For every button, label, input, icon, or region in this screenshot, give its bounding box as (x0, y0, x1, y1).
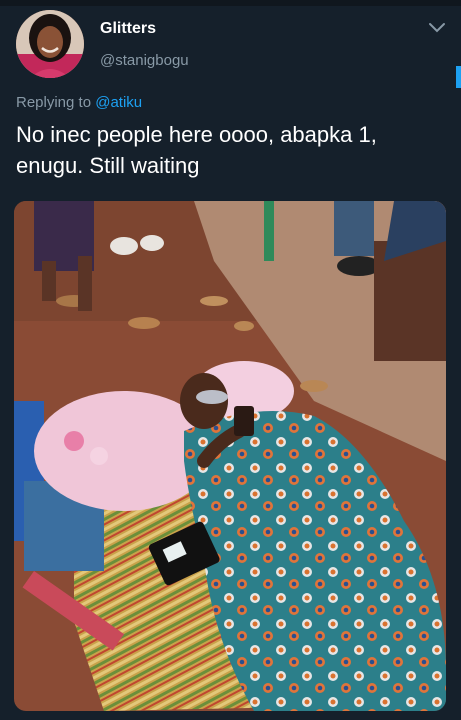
chevron-down-icon[interactable] (426, 18, 448, 38)
scroll-indicator (456, 66, 461, 88)
user-handle[interactable]: @stanigbogu (100, 52, 189, 69)
tweet-photo[interactable] (14, 201, 446, 711)
replying-to-mention[interactable]: @atiku (95, 94, 142, 111)
replying-to-line: Replying to @atiku (16, 94, 142, 111)
display-name[interactable]: Glitters (100, 20, 156, 38)
status-bar (0, 0, 461, 6)
tweet-text: No inec people here oooo, abapka 1, enug… (16, 122, 377, 178)
avatar[interactable] (16, 10, 84, 78)
replying-to-label: Replying to (16, 94, 92, 111)
avatar-image (16, 10, 84, 78)
